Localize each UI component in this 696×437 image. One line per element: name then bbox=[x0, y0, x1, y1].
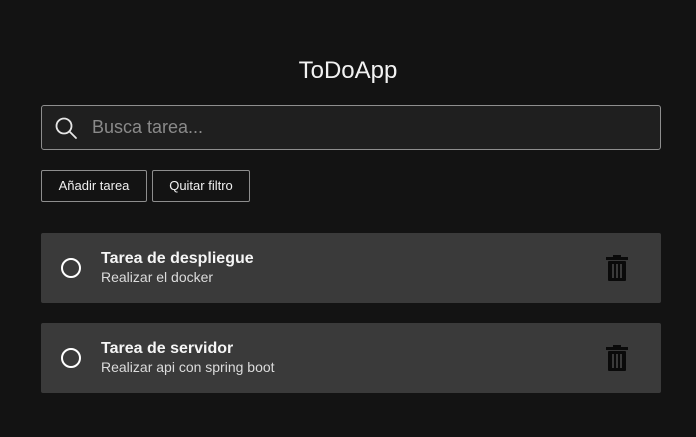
trash-icon[interactable] bbox=[605, 255, 629, 281]
task-description: Realizar el docker bbox=[101, 269, 214, 285]
search-bar[interactable] bbox=[41, 105, 661, 150]
search-icon bbox=[54, 116, 78, 140]
task-complete-toggle[interactable] bbox=[61, 258, 81, 278]
search-input[interactable] bbox=[92, 106, 652, 149]
page-title: ToDoApp bbox=[298, 57, 398, 84]
task-complete-toggle[interactable] bbox=[61, 348, 81, 368]
task-description: Realizar api con spring boot bbox=[101, 359, 275, 375]
todo-app: ToDoApp Añadir tarea Quitar filtro Tarea… bbox=[0, 0, 696, 437]
trash-icon[interactable] bbox=[605, 345, 629, 371]
add-task-button[interactable]: Añadir tarea bbox=[41, 170, 147, 202]
clear-filter-button[interactable]: Quitar filtro bbox=[152, 170, 250, 202]
task-item: Tarea de servidor Realizar api con sprin… bbox=[41, 323, 661, 393]
task-item: Tarea de despliegue Realizar el docker bbox=[41, 233, 661, 303]
task-title: Tarea de servidor bbox=[101, 340, 234, 357]
task-title: Tarea de despliegue bbox=[101, 250, 254, 267]
